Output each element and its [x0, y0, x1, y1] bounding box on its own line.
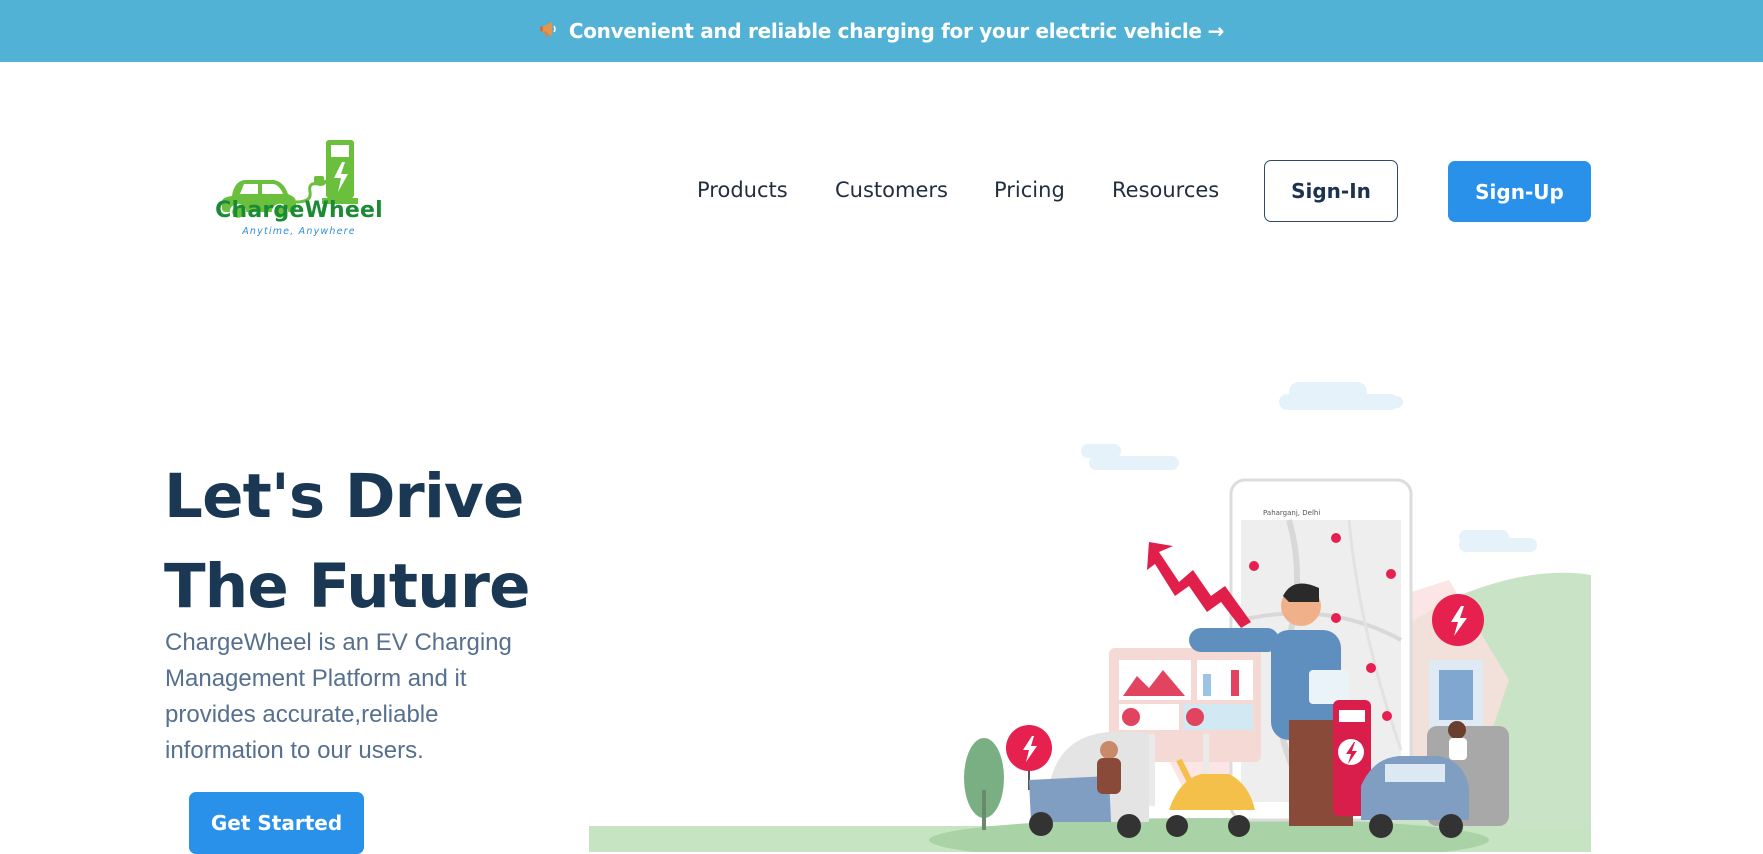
arrow-right-icon[interactable]: →	[1208, 19, 1225, 43]
brand-tagline: Anytime, Anywhere	[242, 226, 356, 237]
charging-bolt-icon	[1432, 594, 1484, 646]
map-location-label: Paharganj, Delhi	[1263, 509, 1320, 517]
nav-item-resources[interactable]: Resources	[1112, 178, 1219, 202]
car-charger-logo-icon	[222, 140, 358, 221]
nav-item-pricing[interactable]: Pricing	[994, 178, 1065, 202]
hero-description: ChargeWheel is an EV Charging Management…	[165, 629, 512, 764]
announcement-banner[interactable]: Convenient and reliable charging for you…	[0, 0, 1763, 62]
megaphone-icon	[539, 19, 561, 44]
nav-item-customers[interactable]: Customers	[835, 178, 948, 202]
ev-charging-illustration: Paharganj, Delhi	[589, 382, 1591, 852]
banner-text[interactable]: Convenient and reliable charging for you…	[569, 19, 1202, 43]
brand-name: ChargeWheel	[215, 198, 383, 223]
nav-item-products[interactable]: Products	[697, 178, 788, 202]
sign-in-button[interactable]: Sign-In	[1264, 160, 1398, 222]
sign-up-button[interactable]: Sign-Up	[1448, 161, 1591, 222]
get-started-button[interactable]: Get Started	[189, 792, 364, 854]
tree-icon	[964, 738, 1004, 830]
